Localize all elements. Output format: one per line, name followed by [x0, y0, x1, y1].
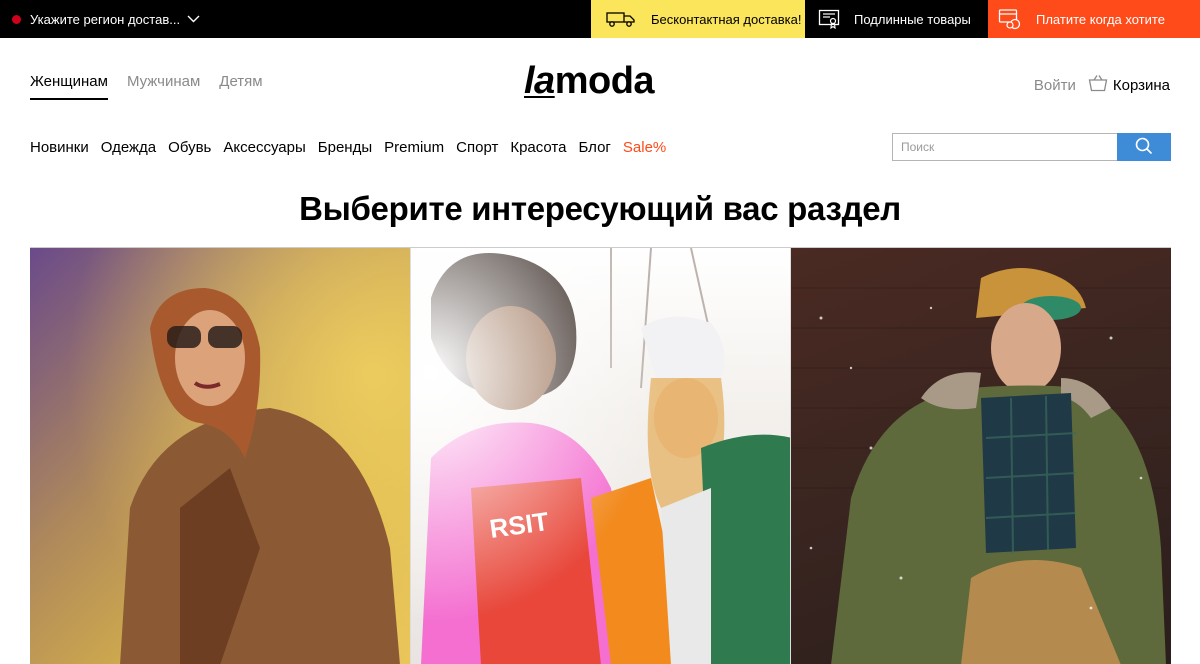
card-coins-icon	[998, 8, 1022, 30]
women-section-tile[interactable]	[30, 248, 410, 664]
chevron-down-icon	[187, 15, 200, 23]
men-section-tile[interactable]	[791, 248, 1171, 664]
truck-icon	[605, 10, 637, 28]
login-link[interactable]: Войти	[1034, 77, 1076, 94]
category-beauty[interactable]: Красота	[510, 139, 566, 156]
category-clothes[interactable]: Одежда	[101, 139, 156, 156]
category-premium[interactable]: Premium	[384, 139, 444, 156]
section-tiles: RSIT	[30, 247, 1171, 664]
category-blog[interactable]: Блог	[578, 139, 610, 156]
lamoda-logo[interactable]: lamoda	[524, 60, 655, 103]
delivery-promo-label: Бесконтактная доставка!	[651, 11, 802, 27]
tab-women[interactable]: Женщинам	[30, 73, 108, 100]
tab-men[interactable]: Мужчинам	[127, 73, 200, 100]
original-goods-promo[interactable]: Подлинные товары	[818, 0, 988, 38]
men-photo	[791, 268, 1171, 664]
region-label: Укажите регион достав...	[30, 11, 181, 27]
category-shoes[interactable]: Обувь	[168, 139, 211, 156]
search-button[interactable]	[1117, 133, 1171, 161]
gender-nav: Женщинам Мужчинам Детям	[30, 73, 282, 100]
search-icon	[1135, 137, 1153, 158]
kids-section-tile[interactable]: RSIT	[410, 248, 791, 664]
category-accessories[interactable]: Аксессуары	[223, 139, 305, 156]
certificate-icon	[818, 9, 840, 29]
red-dot-icon	[12, 14, 21, 24]
cart-label: Корзина	[1112, 76, 1170, 94]
kids-photo: RSIT	[411, 248, 790, 664]
category-brands[interactable]: Бренды	[318, 139, 372, 156]
women-photo	[30, 248, 410, 664]
account-area: Войти Корзина	[1034, 74, 1170, 96]
original-goods-label: Подлинные товары	[854, 11, 971, 27]
cart-link[interactable]: Корзина	[1088, 74, 1170, 96]
pay-later-label: Платите когда хотите	[1036, 11, 1165, 27]
search-input[interactable]	[892, 133, 1117, 161]
page-title: Выберите интересующий вас раздел	[299, 190, 901, 227]
category-new[interactable]: Новинки	[30, 139, 89, 156]
category-sport[interactable]: Спорт	[456, 139, 498, 156]
delivery-promo[interactable]: Бесконтактная доставка!	[591, 0, 805, 38]
pay-later-promo[interactable]: Платите когда хотите	[988, 0, 1200, 38]
search-bar	[892, 133, 1171, 161]
top-bar: Укажите регион достав... Бесконтактная д…	[0, 0, 1200, 38]
region-selector[interactable]: Укажите регион достав...	[12, 0, 200, 38]
tab-kids[interactable]: Детям	[219, 73, 262, 100]
basket-icon	[1088, 74, 1113, 96]
category-sale[interactable]: Sale%	[623, 139, 666, 156]
category-nav: Новинки Одежда Обувь Аксессуары Бренды P…	[30, 139, 678, 156]
